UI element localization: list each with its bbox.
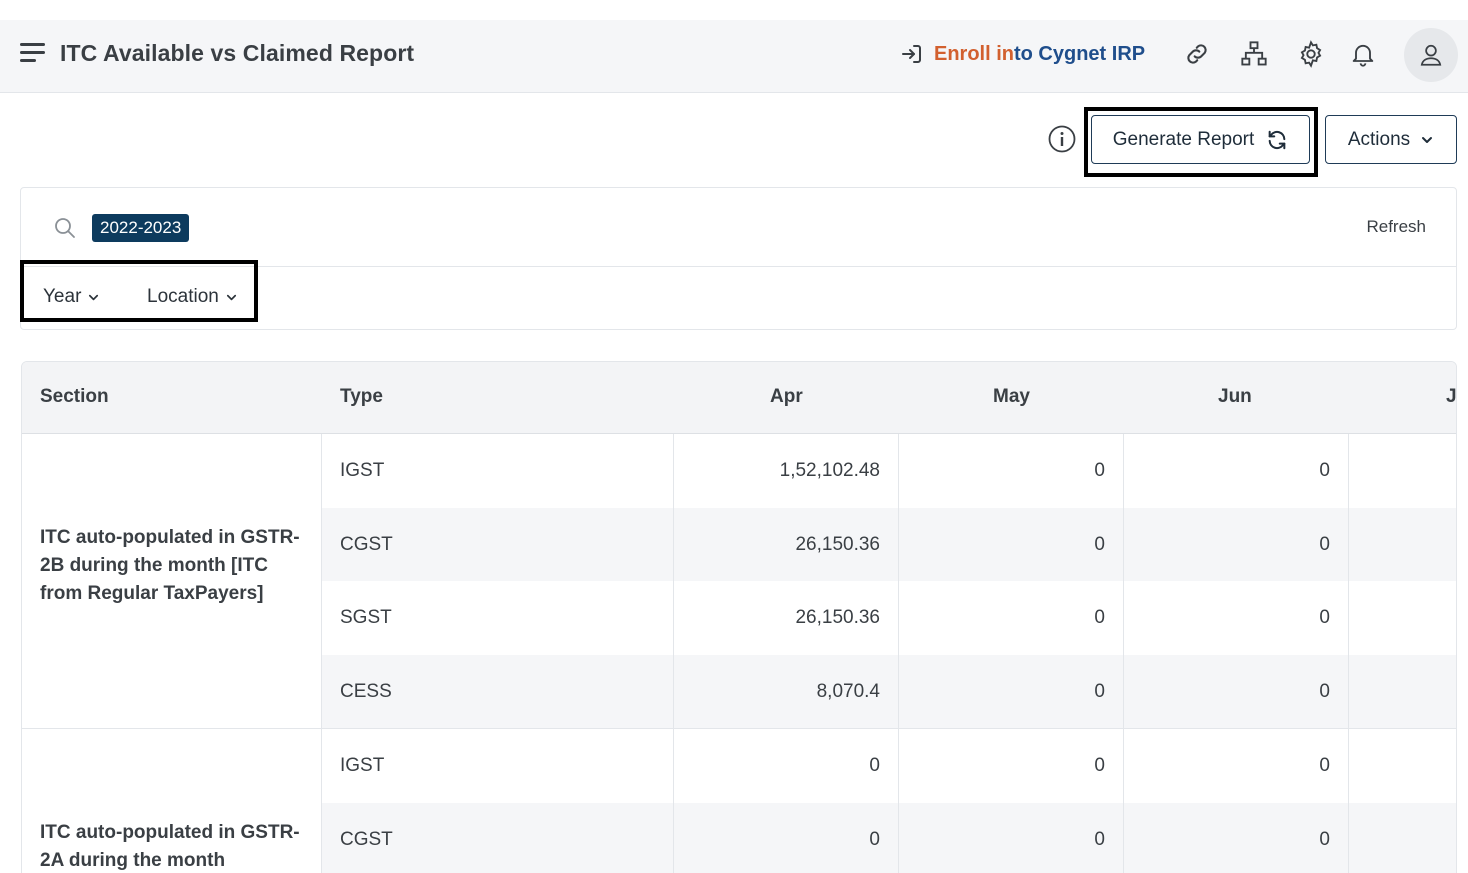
table-row: IGST 0 0 0 [322, 729, 1456, 803]
may-cell: 0 [899, 581, 1124, 655]
type-cell: IGST [322, 434, 674, 508]
jun-cell: 0 [1124, 655, 1349, 728]
column-header-jul[interactable]: J [1446, 386, 1456, 408]
menu-icon[interactable] [20, 42, 46, 64]
table-row: SGST 26,150.36 0 0 [322, 581, 1456, 655]
apr-cell: 8,070.4 [674, 655, 899, 728]
refresh-link[interactable]: Refresh [1366, 217, 1426, 237]
user-icon [1420, 44, 1442, 66]
app-header: ITC Available vs Claimed Report Enroll i… [0, 20, 1468, 93]
section-cell: ITC auto-populated in GSTR-2B during the… [22, 434, 322, 729]
type-cell: SGST [322, 581, 674, 655]
column-header-section[interactable]: Section [40, 386, 109, 408]
jun-cell: 0 [1124, 581, 1349, 655]
gear-icon[interactable] [1297, 40, 1325, 68]
enroll-link[interactable]: Enroll into Cygnet IRP [900, 42, 1145, 66]
enroll-text-part2: to Cygnet IRP [1014, 42, 1146, 65]
section-title: ITC auto-populated in GSTR-2A during the… [40, 822, 300, 871]
bell-icon[interactable] [1349, 40, 1377, 68]
may-cell: 0 [899, 655, 1124, 728]
filter-search-row: 2022-2023 Refresh [21, 188, 1456, 267]
table-row: CGST 26,150.36 0 0 [322, 508, 1456, 581]
column-header-type[interactable]: Type [340, 386, 383, 408]
column-header-apr[interactable]: Apr [770, 386, 803, 408]
generate-report-button[interactable]: Generate Report [1091, 115, 1310, 164]
column-header-may[interactable]: May [993, 386, 1030, 408]
jun-cell: 0 [1124, 729, 1349, 803]
filter-chip-year[interactable]: 2022-2023 [92, 214, 190, 242]
column-header-jun[interactable]: Jun [1218, 386, 1252, 408]
location-dropdown[interactable]: Location [147, 286, 238, 308]
search-icon[interactable] [53, 216, 77, 240]
enroll-text: Enroll into Cygnet IRP [934, 43, 1145, 66]
chevron-down-icon [1422, 136, 1433, 143]
table-row: CESS 8,070.4 0 0 [322, 655, 1456, 729]
may-cell: 0 [899, 729, 1124, 803]
sitemap-icon[interactable] [1240, 40, 1268, 68]
table-header: Section Type Apr May Jun J [22, 362, 1456, 434]
apr-cell: 26,150.36 [674, 508, 899, 581]
location-dropdown-label: Location [147, 286, 219, 307]
type-cell: CGST [322, 803, 674, 873]
enroll-text-part1: Enroll in [934, 42, 1014, 65]
apr-cell: 1,52,102.48 [674, 434, 899, 508]
actions-dropdown[interactable]: Actions [1325, 115, 1457, 164]
link-icon[interactable] [1183, 40, 1211, 68]
apr-cell: 0 [674, 729, 899, 803]
type-cell: CGST [322, 508, 674, 581]
refresh-icon [1268, 130, 1286, 149]
actions-label: Actions [1347, 128, 1411, 150]
year-dropdown[interactable]: Year [43, 286, 100, 308]
generate-report-label: Generate Report [1112, 128, 1255, 150]
may-cell: 0 [899, 508, 1124, 581]
type-cell: IGST [322, 729, 674, 803]
chevron-down-icon [226, 294, 236, 300]
page-title: ITC Available vs Claimed Report [60, 40, 415, 66]
may-cell: 0 [899, 803, 1124, 873]
section-cell: ITC auto-populated in GSTR-2A during the… [22, 729, 322, 873]
table-row: CGST 0 0 0 [322, 803, 1456, 873]
apr-cell: 0 [674, 803, 899, 873]
login-icon [902, 45, 921, 63]
report-table: Section Type Apr May Jun J ITC auto-popu… [21, 361, 1457, 873]
jun-cell: 0 [1124, 508, 1349, 581]
jun-cell: 0 [1124, 803, 1349, 873]
jun-cell: 0 [1124, 434, 1349, 508]
may-cell: 0 [899, 434, 1124, 508]
avatar[interactable] [1404, 28, 1458, 82]
apr-cell: 26,150.36 [674, 581, 899, 655]
top-strip [0, 0, 1468, 20]
info-icon[interactable] [1048, 125, 1076, 153]
year-dropdown-label: Year [43, 286, 82, 307]
table-row: IGST 1,52,102.48 0 0 [322, 434, 1456, 508]
chevron-down-icon [89, 294, 99, 300]
section-title: ITC auto-populated in GSTR-2B during the… [40, 527, 300, 604]
type-cell: CESS [322, 655, 674, 728]
